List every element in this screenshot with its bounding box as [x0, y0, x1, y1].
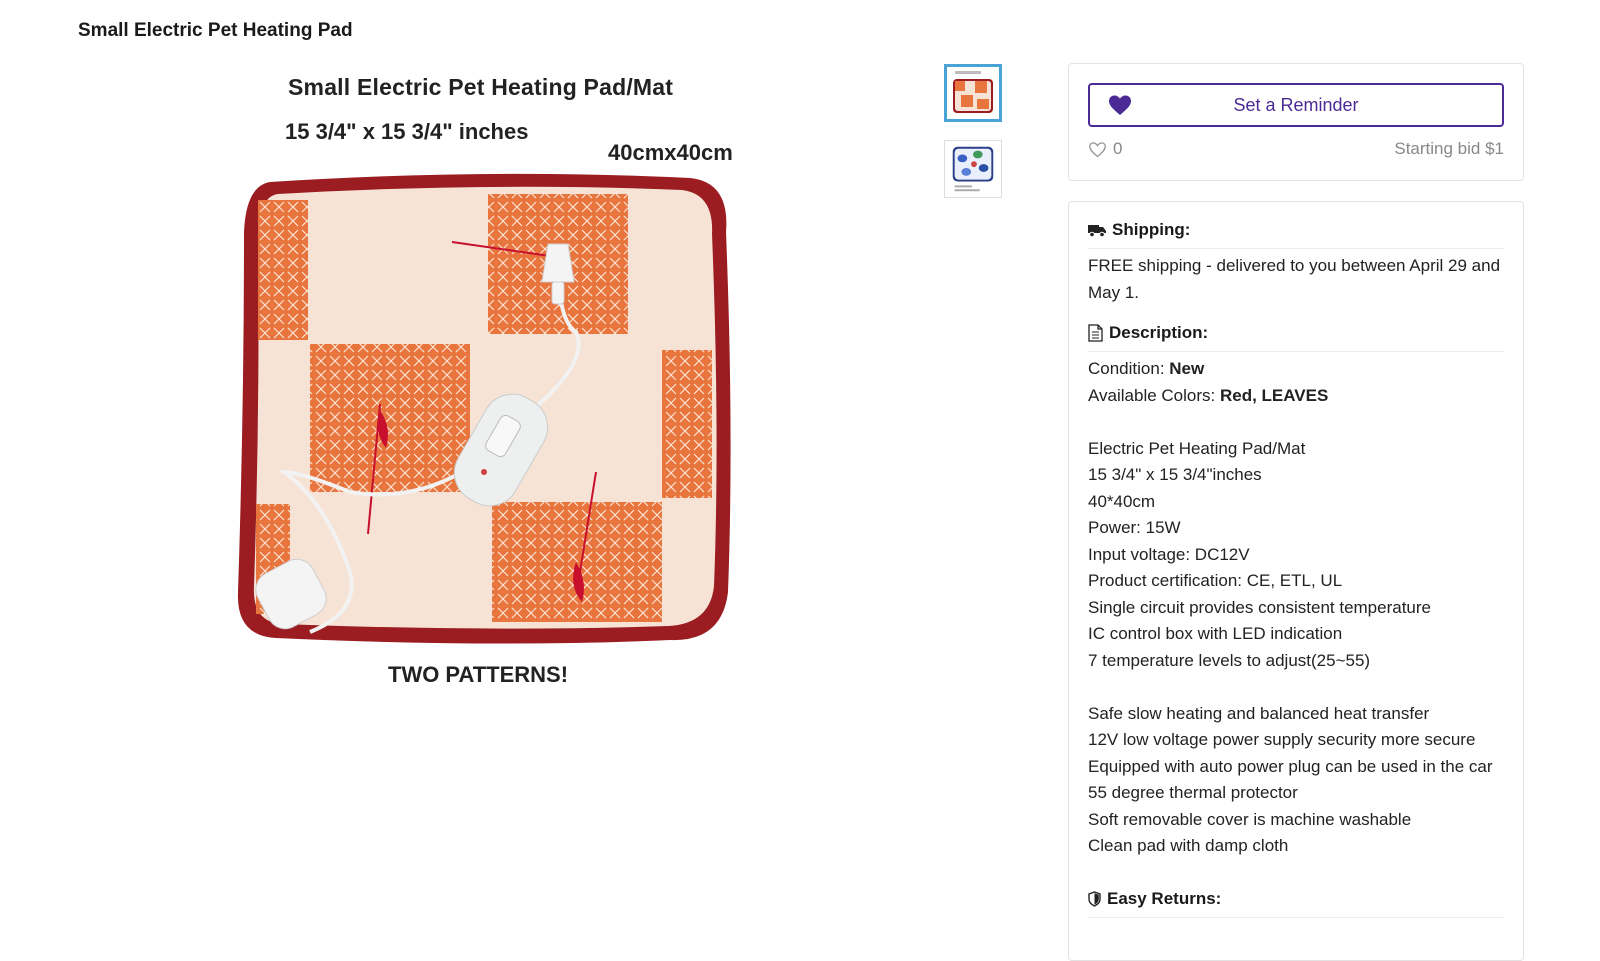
- description-line: Safe slow heating and balanced heat tran…: [1088, 703, 1430, 723]
- set-reminder-label: Set a Reminder: [1233, 94, 1359, 115]
- description-line: Input voltage: DC12V: [1088, 544, 1250, 564]
- heating-pad-picture: [237, 173, 731, 644]
- shipping-heading-label: Shipping:: [1112, 220, 1191, 239]
- document-icon: [1088, 324, 1103, 342]
- description-line: 7 temperature levels to adjust(25~55): [1088, 650, 1371, 670]
- thumbnail-leaves-pattern-image: [945, 141, 1001, 197]
- description-line: Product certification: CE, ETL, UL: [1088, 571, 1343, 590]
- colors-value: Red, LEAVES: [1219, 385, 1329, 405]
- truck-icon: [1088, 225, 1106, 237]
- description-heading-label: Description:: [1109, 323, 1209, 342]
- set-reminder-button[interactable]: Set a Reminder: [1088, 83, 1504, 127]
- description-line: Equipped with auto power plug can be use…: [1088, 756, 1493, 776]
- heart-outline-icon: [1089, 141, 1106, 157]
- heart-filled-icon: [1109, 95, 1131, 115]
- colors-line: Available Colors: Red, LEAVES: [1088, 385, 1329, 405]
- description-heading: Description:: [1088, 323, 1504, 352]
- description-line: 15 3/4" x 15 3/4"inches: [1088, 465, 1262, 484]
- condition-value: New: [1169, 359, 1205, 378]
- description-line: Soft removable cover is machine washable: [1088, 809, 1412, 829]
- shipping-heading: Shipping:: [1088, 220, 1504, 249]
- image-caption-title: Small Electric Pet Heating Pad/Mat: [288, 74, 674, 100]
- like-toggle[interactable]: 0: [1088, 139, 1122, 159]
- main-product-image: Small Electric Pet Heating Pad/Mat 15 3/…: [230, 62, 770, 702]
- thumbnail-red-pattern-image: [947, 67, 999, 119]
- returns-heading: Easy Returns:: [1088, 889, 1504, 918]
- starting-bid: Starting bid $1: [1394, 139, 1504, 158]
- description-line: 40*40cm: [1088, 491, 1156, 511]
- reminder-panel: Set a Reminder 0 Starting bid $1: [1068, 63, 1524, 181]
- description-line: 55 degree thermal protector: [1088, 783, 1298, 802]
- condition-line: Condition: New: [1088, 359, 1205, 378]
- description-line: Electric Pet Heating Pad/Mat: [1088, 438, 1306, 458]
- shipping-text: FREE shipping - delivered to you between…: [1088, 256, 1501, 302]
- thumbnail-red-pattern[interactable]: [944, 64, 1002, 122]
- description-line: Clean pad with damp cloth: [1088, 836, 1289, 855]
- details-panel: Shipping: FREE shipping - delivered to y…: [1068, 201, 1524, 961]
- description-line: Single circuit provides consistent tempe…: [1088, 597, 1431, 617]
- page-title: Small Electric Pet Heating Pad: [78, 20, 353, 41]
- image-caption-size-cm: 40cmx40cm: [608, 140, 733, 165]
- description-line: IC control box with LED indication: [1088, 624, 1343, 643]
- thumbnail-leaves-pattern[interactable]: [944, 140, 1002, 198]
- image-caption-patterns: TWO PATTERNS!: [388, 662, 569, 687]
- image-caption-size-inches: 15 3/4" x 15 3/4" inches: [285, 119, 529, 144]
- like-count: 0: [1113, 139, 1123, 158]
- description-line: Power: 15W: [1088, 518, 1181, 537]
- shield-icon: [1088, 891, 1101, 907]
- description-line: 12V low voltage power supply security mo…: [1088, 730, 1476, 749]
- returns-heading-label: Easy Returns:: [1107, 889, 1222, 908]
- description-body: Condition: New Available Colors: Red, LE…: [1088, 356, 1506, 860]
